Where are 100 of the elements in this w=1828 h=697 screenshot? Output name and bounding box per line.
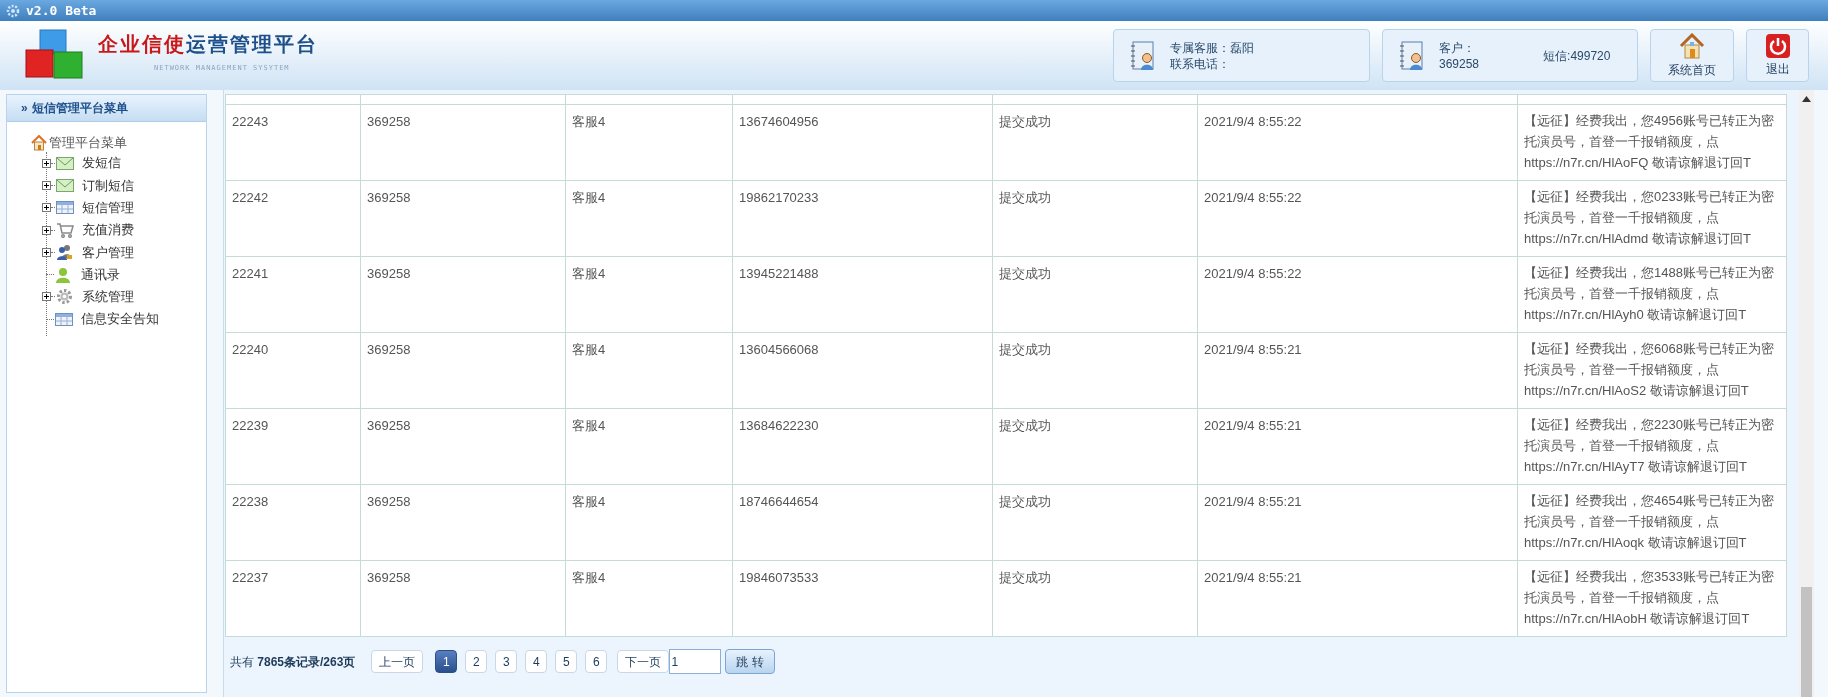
table-cell: 提交成功: [992, 560, 1198, 637]
page-number-field[interactable]: 1: [669, 649, 722, 674]
sidebar-menu-item[interactable]: 发短信: [82, 153, 121, 173]
table-cell: 22243: [225, 104, 361, 181]
contact-book-icon: [1130, 40, 1156, 71]
table-cell: 22239: [225, 408, 361, 485]
expand-toggle-icon[interactable]: [42, 225, 51, 235]
sidebar-menu-item[interactable]: 客户管理: [82, 242, 134, 263]
house-icon: [31, 135, 47, 151]
expand-toggle-icon[interactable]: [42, 203, 51, 213]
home-button[interactable]: 系统首页: [1650, 29, 1734, 82]
table-cell: 13674604956: [732, 104, 993, 181]
power-icon: [1765, 33, 1790, 58]
service-phone: 联系电话：: [1170, 55, 1231, 72]
users-icon: [56, 244, 74, 261]
table-cell: 提交成功: [992, 484, 1198, 561]
table-cell: 22238: [225, 484, 361, 561]
service-contact: 专属客服：磊阳: [1170, 39, 1254, 56]
page-button[interactable]: 5: [555, 650, 578, 673]
cart-icon: [56, 222, 74, 239]
table-cell: 2021/9/4 8:55:22: [1197, 180, 1518, 257]
table-cell: 提交成功: [992, 408, 1198, 485]
page-button[interactable]: 3: [495, 650, 518, 673]
sidebar-menu-item[interactable]: 信息安全告知: [81, 309, 159, 329]
table-cell: 提交成功: [992, 256, 1198, 333]
table-cell: 2021/9/4 8:55:21: [1197, 332, 1518, 409]
table-cell: 客服4: [565, 180, 733, 257]
expand-toggle-icon[interactable]: [42, 180, 51, 190]
table-cell: 13684622230: [732, 408, 993, 485]
record-summary: 共有 7865条记录/263页: [230, 653, 356, 671]
table-cell: 客服4: [565, 104, 733, 181]
table-cell: 2021/9/4 8:55:22: [1197, 104, 1518, 181]
table-cell: 【远征】经费我出，您6068账号已转正为密托演员号，首登一千报销额度，点 https://n7r.cn/HlAoS2 敬请谅解退订回T: [1517, 332, 1787, 409]
table-cell: 22241: [225, 256, 361, 333]
logout-button[interactable]: 退出: [1746, 29, 1809, 82]
chevron-icon: »: [21, 99, 28, 117]
table-cell: 22242: [225, 180, 361, 257]
sms-balance: 短信:499720: [1543, 47, 1611, 65]
table-cell: 客服4: [565, 256, 733, 333]
page-button[interactable]: 1: [435, 650, 458, 673]
table-cell: 13945221488: [732, 256, 993, 333]
tree-root-item[interactable]: 管理平台菜单: [31, 134, 206, 152]
table-cell: 【远征】经费我出，您4654账号已转正为密托演员号，首登一千报销额度，点 https://n7r.cn/HlAoqk 敬请谅解退订回T: [1517, 484, 1787, 561]
brand-title-accent: 企业信使: [98, 32, 186, 57]
table-cell: 客服4: [565, 560, 733, 637]
sidebar-menu-item[interactable]: 充值消费: [82, 220, 134, 240]
table-cell: 【远征】经费我出，您4956账号已转正为密托演员号，首登一千报销额度，点 https://n7r.cn/HlAoFQ 敬请谅解退订回T: [1517, 104, 1787, 181]
table-cell: 369258: [360, 484, 566, 561]
table-cell: 2021/9/4 8:55:21: [1197, 484, 1518, 561]
next-page-button[interactable]: 下一页: [617, 650, 670, 673]
table-icon: [55, 312, 73, 326]
table-cell: 【远征】经费我出，您1488账号已转正为密托演员号，首登一千报销额度，点 https://n7r.cn/HlAyh0 敬请谅解退订回T: [1517, 256, 1787, 333]
brand-title: 运营管理平台: [186, 32, 318, 57]
table-cell: 2021/9/4 8:55:22: [1197, 256, 1518, 333]
sidebar-menu-item[interactable]: 通讯录: [81, 264, 120, 285]
table-cell: 18746644654: [732, 484, 993, 561]
table-cell: 369258: [360, 180, 566, 257]
table-cell: 22240: [225, 332, 361, 409]
expand-toggle-icon[interactable]: [42, 292, 51, 302]
table-cell: 客服4: [565, 484, 733, 561]
expand-toggle-icon[interactable]: [42, 158, 51, 168]
table-cell: 2021/9/4 8:55:21: [1197, 560, 1518, 637]
table-cell: 369258: [360, 332, 566, 409]
gear-icon: [56, 288, 73, 306]
gear-icon: [6, 3, 20, 18]
sidebar-title: 短信管理平台菜单: [31, 100, 128, 117]
table-cell: 客服4: [565, 408, 733, 485]
house-icon: [1679, 32, 1705, 59]
table-icon: [56, 201, 74, 215]
envelope-icon: [56, 156, 74, 170]
expand-toggle-icon[interactable]: [42, 247, 51, 257]
customer-label: 客户：: [1439, 39, 1476, 56]
go-button[interactable]: 跳 转: [725, 649, 775, 674]
contact-book-icon: [1399, 40, 1425, 71]
table-cell: 2021/9/4 8:55:21: [1197, 408, 1518, 485]
page-button[interactable]: 4: [525, 650, 548, 673]
customer-id: 369258: [1439, 55, 1480, 72]
table-cell: 13604566068: [732, 332, 993, 409]
table-cell: 19862170233: [732, 180, 993, 257]
envelope-icon: [56, 178, 74, 192]
sidebar-menu-item[interactable]: 系统管理: [82, 287, 134, 307]
table-cell: 369258: [360, 256, 566, 333]
table-cell: 【远征】经费我出，您3533账号已转正为密托演员号，首登一千报销额度，点 https://n7r.cn/HlAobH 敬请谅解退订回T: [1517, 560, 1787, 637]
table-cell: 提交成功: [992, 332, 1198, 409]
sidebar-menu-item[interactable]: 订制短信: [82, 175, 134, 196]
table-cell: 369258: [360, 408, 566, 485]
version-label: v2.0 Beta: [26, 1, 97, 20]
person-icon: [55, 266, 71, 283]
table-cell: 提交成功: [992, 104, 1198, 181]
table-cell: 客服4: [565, 332, 733, 409]
sidebar-menu-item[interactable]: 短信管理: [82, 198, 134, 218]
table-cell: 369258: [360, 104, 566, 181]
table-cell: 【远征】经费我出，您2230账号已转正为密托演员号，首登一千报销额度，点 https://n7r.cn/HlAyT7 敬请谅解退订回T: [1517, 408, 1787, 485]
page-button[interactable]: 6: [585, 650, 608, 673]
table-cell: 22237: [225, 560, 361, 637]
page-button[interactable]: 2: [465, 650, 488, 673]
prev-page-button[interactable]: 上一页: [371, 650, 424, 673]
table-cell: 【远征】经费我出，您0233账号已转正为密托演员号，首登一千报销额度，点 https://n7r.cn/HlAdmd 敬请谅解退订回T: [1517, 180, 1787, 257]
table-cell: 提交成功: [992, 180, 1198, 257]
table-cell: 369258: [360, 560, 566, 637]
